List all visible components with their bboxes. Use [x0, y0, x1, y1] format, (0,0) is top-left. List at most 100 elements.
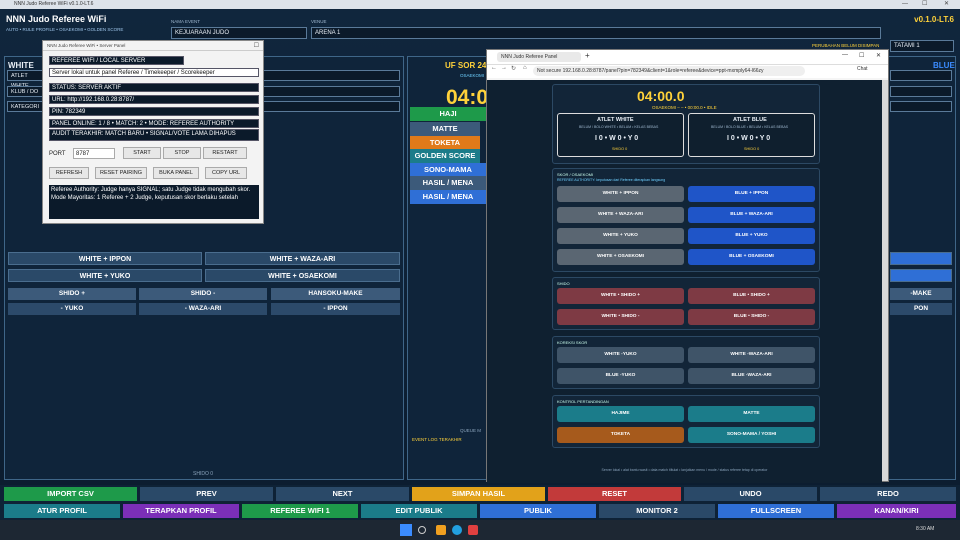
maximize-button[interactable]: ☐ — [922, 0, 927, 9]
panel-blue-osaekomi-button[interactable]: BLUE + OSAEKOMI — [688, 249, 815, 265]
panel-white-minus-wazaari-button[interactable]: WHITE -WAZA-ARI — [688, 347, 815, 363]
panel-white-ippon-button[interactable]: WHITE + IPPON — [557, 186, 684, 202]
hasil-button-1[interactable]: HASIL / MENA — [410, 176, 486, 190]
monitor-button[interactable]: MONITOR 2 — [599, 504, 715, 518]
minimize-button[interactable]: — — [902, 0, 908, 9]
panel-white-shido-minus-button[interactable]: WHITE • SHIDO - — [557, 309, 684, 325]
browser-tab[interactable]: NNN Judo Referee Panel — [497, 52, 581, 62]
panel-blue-wazaari-button[interactable]: BLUE + WAZA-ARI — [688, 207, 815, 223]
publik-button[interactable]: PUBLIK — [480, 504, 596, 518]
app-icon[interactable] — [468, 525, 478, 535]
tatami-field[interactable]: TATAMI 1 — [890, 40, 954, 52]
blue-hansoku-button[interactable]: -MAKE — [890, 288, 952, 300]
white-wazaari-button[interactable]: WHITE + WAZA-ARI — [205, 252, 400, 265]
files-icon[interactable] — [436, 525, 446, 535]
panel-matte-button[interactable]: MATTE — [688, 406, 815, 422]
address-bar[interactable]: Not secure 192.168.0.28:8787/panel?pin=7… — [533, 66, 805, 76]
panel-white-wazaari-button[interactable]: WHITE + WAZA-ARI — [557, 207, 684, 223]
blue-panel — [888, 56, 956, 480]
panel-white-minus-yuko-button[interactable]: WHITE -YUKO — [557, 347, 684, 363]
panel-blue-yuko-button[interactable]: BLUE + YUKO — [688, 228, 815, 244]
hajime-button[interactable]: HAJI — [410, 107, 486, 121]
search-icon[interactable] — [418, 526, 426, 534]
blue-field-3[interactable] — [890, 101, 952, 112]
minus-yuko-button[interactable]: - YUKO — [8, 303, 136, 315]
golden-score-button[interactable]: GOLDEN SCORE — [410, 149, 480, 163]
white-club-field[interactable]: KLUB / DO — [7, 86, 47, 97]
panel-white-yuko-button[interactable]: WHITE + YUKO — [557, 228, 684, 244]
event-label: NAMA EVENT — [171, 19, 201, 24]
panel-blue-minus-yuko-button[interactable]: BLUE -YUKO — [557, 368, 684, 384]
stop-button[interactable]: STOP — [163, 147, 201, 159]
toketa-button[interactable]: TOKETA — [410, 136, 480, 150]
prev-button[interactable]: PREV — [140, 487, 273, 501]
panel-blue-shido-minus-button[interactable]: BLUE • SHIDO - — [688, 309, 815, 325]
white-athlete-field[interactable]: ATLET WHITE — [7, 70, 47, 89]
minus-ippon-button[interactable]: - IPPON — [271, 303, 400, 315]
blue-minus-ippon-button[interactable]: PON — [890, 303, 952, 315]
referee-wifi-button[interactable]: REFEREE WIFI 1 — [242, 504, 358, 518]
forward-icon[interactable]: → — [501, 65, 507, 71]
panel-white-osaekomi-button[interactable]: WHITE + OSAEKOMI — [557, 249, 684, 265]
panel-blue-minus-wazaari-button[interactable]: BLUE -WAZA-ARI — [688, 368, 815, 384]
white-yuko-button[interactable]: WHITE + YUKO — [8, 269, 202, 282]
start-menu-icon[interactable] — [400, 524, 412, 536]
back-icon[interactable]: ← — [491, 65, 497, 71]
shido-plus-button[interactable]: SHIDO + — [8, 288, 136, 300]
reset-button[interactable]: RESET — [548, 487, 681, 501]
browser-scrollbar[interactable] — [882, 80, 888, 481]
server-close-icon[interactable]: ☐ — [254, 42, 259, 49]
blue-btn-2[interactable] — [890, 269, 952, 282]
white-osaekomi-button[interactable]: WHITE + OSAEKOMI — [205, 269, 400, 282]
sono-mama-button[interactable]: SONO-MAMA — [410, 163, 486, 177]
port-input[interactable]: 8787 — [73, 148, 115, 159]
blue-field-1[interactable] — [890, 70, 952, 81]
panel-sono-mama-button[interactable]: SONO-MAMA / YOSHI — [688, 427, 815, 443]
start-button[interactable]: START — [123, 147, 161, 159]
browser-maximize-icon[interactable]: ☐ — [859, 52, 864, 59]
save-result-button[interactable]: SIMPAN HASIL — [412, 487, 545, 501]
reload-icon[interactable]: ↻ — [511, 65, 516, 72]
white-category-field[interactable]: KATEGORI — [7, 101, 47, 112]
matte-button[interactable]: MATTE — [410, 122, 480, 136]
hansoku-make-button[interactable]: HANSOKU-MAKE — [271, 288, 400, 300]
import-csv-button[interactable]: IMPORT CSV — [4, 487, 137, 501]
browser-close-icon[interactable]: ✕ — [876, 52, 881, 59]
minus-wazaari-button[interactable]: - WAZA-ARI — [139, 303, 267, 315]
blue-field-2[interactable] — [890, 86, 952, 97]
fullscreen-button[interactable]: FULLSCREEN — [718, 504, 834, 518]
panel-hajime-button[interactable]: HAJIME — [557, 406, 684, 422]
white-field-right-2[interactable] — [262, 86, 400, 97]
home-icon[interactable]: ⌂ — [523, 65, 527, 71]
white-ippon-button[interactable]: WHITE + IPPON — [8, 252, 202, 265]
copy-url-button[interactable]: COPY URL — [205, 167, 247, 179]
open-panel-button[interactable]: BUKA PANEL — [153, 167, 199, 179]
event-field[interactable]: KEJUARAAN JUDO — [171, 27, 307, 39]
panel-blue-shido-plus-button[interactable]: BLUE • SHIDO + — [688, 288, 815, 304]
close-button[interactable]: ✕ — [944, 0, 949, 9]
blue-btn-1[interactable] — [890, 252, 952, 265]
hasil-button-2[interactable]: HASIL / MENA — [410, 190, 486, 204]
server-description: Server lokal untuk panel Referee / Timek… — [49, 68, 259, 77]
reset-pairing-button[interactable]: RESET PAIRING — [95, 167, 147, 179]
kanan-kiri-button[interactable]: KANAN/KIRI — [837, 504, 956, 518]
panel-toketa-button[interactable]: TOKETA — [557, 427, 684, 443]
redo-button[interactable]: REDO — [820, 487, 956, 501]
restart-button[interactable]: RESTART — [203, 147, 247, 159]
browser-icon[interactable] — [452, 525, 462, 535]
new-tab-icon[interactable]: + — [585, 51, 590, 60]
venue-field[interactable]: ARENA 1 — [311, 27, 881, 39]
undo-button[interactable]: UNDO — [684, 487, 817, 501]
refresh-button[interactable]: REFRESH — [49, 167, 89, 179]
browser-minimize-icon[interactable]: — — [842, 52, 848, 58]
white-field-right-3[interactable] — [262, 101, 400, 112]
shido-minus-button[interactable]: SHIDO - — [139, 288, 267, 300]
next-button[interactable]: NEXT — [276, 487, 409, 501]
white-field-right-1[interactable] — [262, 70, 400, 81]
chat-button[interactable]: Chat — [857, 66, 868, 72]
panel-white-shido-plus-button[interactable]: WHITE • SHIDO + — [557, 288, 684, 304]
terapkan-profil-button[interactable]: TERAPKAN PROFIL — [123, 504, 239, 518]
atur-profil-button[interactable]: ATUR PROFIL — [4, 504, 120, 518]
edit-publik-button[interactable]: EDIT PUBLIK — [361, 504, 477, 518]
panel-blue-ippon-button[interactable]: BLUE + IPPON — [688, 186, 815, 202]
